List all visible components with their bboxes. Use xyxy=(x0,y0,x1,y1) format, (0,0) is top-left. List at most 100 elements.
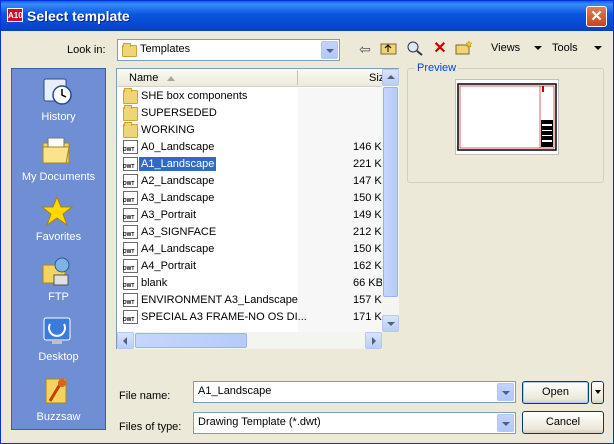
ftp-icon xyxy=(42,257,70,286)
scroll-corner xyxy=(382,332,399,349)
open-label: Open xyxy=(542,386,569,398)
place-label: Desktop xyxy=(38,351,79,363)
place-desktop[interactable]: Desktop xyxy=(12,311,105,369)
close-button[interactable]: ✕ xyxy=(586,6,607,27)
file-row[interactable]: A3_Landscape 150 KB xyxy=(117,190,383,207)
delete-icon[interactable]: ✕ xyxy=(430,40,450,58)
places-bar: History My Documents Favorites FTP Deskt… xyxy=(11,68,106,430)
file-list[interactable]: Name Size SHE box components SUPERSEDED WO… xyxy=(116,68,399,349)
file-name: A3_SIGNFACE xyxy=(141,226,217,238)
file-row[interactable]: A2_Landscape 147 KB xyxy=(117,173,383,190)
file-name-label-text: File name: xyxy=(119,390,171,402)
file-name: A3_Portrait xyxy=(141,209,197,221)
file-row[interactable]: A4_Landscape 150 KB xyxy=(117,241,383,258)
dwt-file-icon xyxy=(123,208,138,222)
file-type-combo[interactable]: Drawing Template (*.dwt) xyxy=(193,412,516,434)
dwt-file-icon xyxy=(123,293,138,307)
place-label: Buzzsaw xyxy=(36,411,81,423)
file-size: 146 KB xyxy=(353,141,383,153)
place-ftp[interactable]: FTP xyxy=(12,251,105,309)
file-size: 212 KB xyxy=(353,226,383,238)
column-divider[interactable] xyxy=(297,71,298,85)
file-row[interactable]: A3_Portrait 149 KB xyxy=(117,207,383,224)
autocad-app-icon: A10 xyxy=(7,8,23,22)
scroll-right-button[interactable] xyxy=(365,332,382,349)
back-arrow-icon[interactable]: ⇦ xyxy=(355,40,375,58)
sort-ascending-icon xyxy=(167,76,175,81)
file-row[interactable]: ENVIRONMENT A3_Landscape 157 KB xyxy=(117,292,383,309)
file-size: 171 KB xyxy=(353,311,383,323)
place-favorites[interactable]: Favorites xyxy=(12,191,105,249)
file-size: 150 KB xyxy=(353,243,383,255)
scroll-down-button[interactable] xyxy=(382,315,399,332)
file-name-label: File name: xyxy=(119,390,170,402)
select-template-dialog: A10 Select template ✕ Look in: Templates… xyxy=(0,0,614,444)
new-folder-icon[interactable] xyxy=(454,40,474,58)
place-label: History xyxy=(41,111,76,123)
file-name: A4_Portrait xyxy=(141,260,197,272)
search-web-icon[interactable] xyxy=(405,40,425,58)
dwt-file-icon xyxy=(123,259,138,273)
tools-dropdown-icon[interactable] xyxy=(594,46,602,50)
file-size: 150 KB xyxy=(353,192,383,204)
up-folder-icon[interactable] xyxy=(379,40,399,58)
buzzsaw-icon xyxy=(45,378,67,404)
horizontal-scroll-thumb[interactable] xyxy=(135,333,247,348)
vertical-scrollbar[interactable] xyxy=(382,69,399,332)
chevron-down-icon[interactable] xyxy=(497,414,514,432)
views-menu[interactable]: Views xyxy=(491,42,520,54)
file-type-value: Drawing Template (*.dwt) xyxy=(198,416,321,428)
file-size: 147 KB xyxy=(353,175,383,187)
scroll-up-button[interactable] xyxy=(382,69,399,86)
chevron-down-icon[interactable] xyxy=(321,41,338,59)
file-name: SPECIAL A3 FRAME-NO OS DI... xyxy=(141,311,307,323)
place-buzzsaw[interactable]: Buzzsaw xyxy=(12,371,105,429)
file-row[interactable]: A3_SIGNFACE 212 KB xyxy=(117,224,383,241)
open-options-button[interactable] xyxy=(591,381,604,404)
tools-menu[interactable]: Tools xyxy=(552,42,578,54)
dwt-file-icon xyxy=(123,157,138,171)
file-row[interactable]: A0_Landscape 146 KB xyxy=(117,139,383,156)
file-name: A0_Landscape xyxy=(141,141,215,153)
history-icon xyxy=(43,78,72,105)
place-label: My Documents xyxy=(21,171,96,183)
open-button[interactable]: Open xyxy=(522,381,589,404)
scroll-left-button[interactable] xyxy=(117,332,134,349)
file-row[interactable]: A4_Portrait 162 KB xyxy=(117,258,383,275)
file-row[interactable]: A1_Landscape 221 KB xyxy=(117,156,383,173)
window-title: Select template xyxy=(27,8,130,24)
file-name: blank xyxy=(141,277,168,289)
look-in-value: Templates xyxy=(140,43,191,55)
dwt-file-icon xyxy=(123,191,138,205)
file-row[interactable]: SUPERSEDED xyxy=(117,105,383,122)
file-name: SUPERSEDED xyxy=(141,107,217,119)
file-row[interactable]: SHE box components xyxy=(117,88,383,105)
vertical-scroll-thumb[interactable] xyxy=(383,87,398,297)
file-row[interactable]: SPECIAL A3 FRAME-NO OS DI... 171 KB xyxy=(117,309,383,326)
title-bar: A10 Select template ✕ xyxy=(1,1,613,31)
place-history[interactable]: History xyxy=(12,71,105,129)
file-row[interactable]: blank 66 KB xyxy=(117,275,383,292)
file-row[interactable]: WORKING xyxy=(117,122,383,139)
folder-icon xyxy=(123,122,138,138)
cancel-button[interactable]: Cancel xyxy=(522,411,604,434)
file-name: A1_Landscape xyxy=(137,156,218,172)
tools-label: Tools xyxy=(552,42,578,54)
file-rows: SHE box components SUPERSEDED WORKING A0_La… xyxy=(117,88,383,332)
file-name-combo[interactable]: A1_Landscape xyxy=(193,381,516,403)
views-label: Views xyxy=(491,42,521,54)
place-my-documents[interactable]: My Documents xyxy=(12,131,105,189)
file-size: 221 KB xyxy=(353,158,383,170)
look-in-dropdown[interactable]: Templates xyxy=(117,39,340,61)
views-dropdown-icon[interactable] xyxy=(534,46,542,50)
dwt-file-icon xyxy=(123,174,138,188)
chevron-down-icon[interactable] xyxy=(497,383,514,401)
horizontal-scrollbar[interactable] xyxy=(117,332,382,349)
file-name: A2_Landscape xyxy=(141,175,215,187)
column-header-name[interactable]: Name xyxy=(129,72,158,84)
dwt-file-icon xyxy=(123,140,138,154)
dwt-file-icon xyxy=(123,310,138,324)
my-documents-icon xyxy=(42,137,70,164)
folder-icon xyxy=(122,43,137,57)
desktop-icon xyxy=(43,317,71,344)
